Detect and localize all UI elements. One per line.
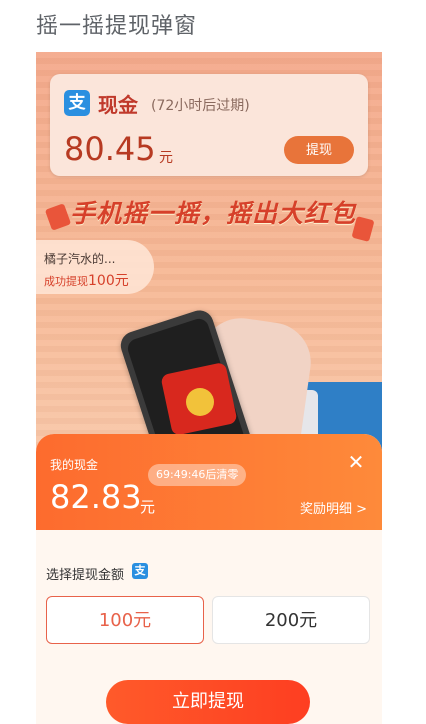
coin-icon [186, 388, 214, 416]
app-screen: 支 现金 (72小时后过期) 80.45 元 提现 手机摇一摇，摇出大红包 橘子… [36, 52, 382, 724]
close-icon[interactable]: ✕ [346, 452, 366, 472]
my-cash-amount: 82.83 [50, 478, 142, 516]
reward-detail-link[interactable]: 奖励明细 > [300, 498, 367, 517]
countdown-badge: 69:49:46后清零 [148, 464, 247, 486]
choose-amount-label: 选择提现金额 [46, 568, 125, 583]
withdraw-now-button[interactable]: 立即提现 [106, 680, 310, 724]
my-cash-unit: 元 [140, 498, 156, 516]
ticker-amount: 100元 [88, 273, 129, 289]
ticker-message: 成功提现100元 [44, 270, 129, 290]
alipay-icon: 支 [64, 90, 90, 116]
ticker-text: 成功提现 [44, 275, 88, 288]
cash-amount: 80.45 [64, 130, 156, 168]
ticker-user-name: 橘子汽水的... [44, 252, 116, 266]
page-title: 摇一摇提现弹窗 [36, 14, 198, 39]
cash-expire-note: (72小时后过期) [151, 98, 250, 114]
withdraw-sheet: 我的现金 69:49:46后清零 ✕ 82.83 元 奖励明细 > 选择提现金额… [36, 434, 382, 724]
amount-option-200[interactable]: 200元 [212, 596, 370, 644]
my-cash-label: 我的现金 [50, 458, 99, 472]
banner-slogan: 手机摇一摇，摇出大红包 [70, 199, 357, 228]
sheet-header: 我的现金 69:49:46后清零 ✕ 82.83 元 奖励明细 > [36, 434, 382, 530]
card-withdraw-button[interactable]: 提现 [284, 136, 354, 164]
cash-title: 现金 [98, 93, 138, 117]
amount-option-100[interactable]: 100元 [46, 596, 204, 644]
cash-unit: 元 [159, 150, 173, 166]
withdraw-ticker: 橘子汽水的... 成功提现100元 [36, 240, 154, 294]
cash-card: 支 现金 (72小时后过期) 80.45 元 提现 [50, 74, 368, 176]
alipay-icon: 支 [132, 563, 148, 579]
